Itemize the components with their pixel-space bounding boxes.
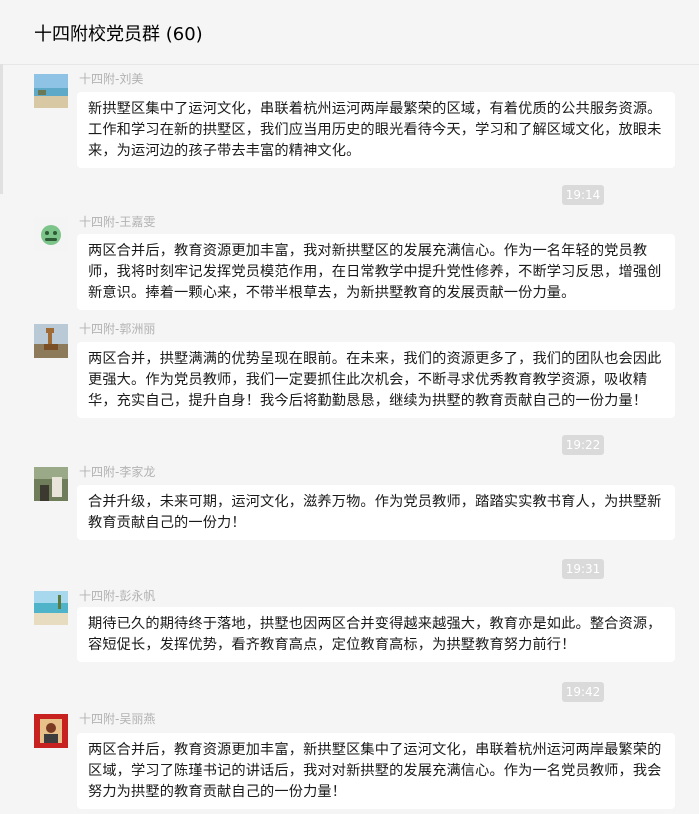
avatar-portrait-icon — [34, 714, 68, 748]
avatar-cartoon-icon — [34, 217, 68, 251]
avatar-beach-icon — [34, 591, 68, 625]
avatar[interactable] — [34, 324, 68, 358]
avatar-photo-icon — [34, 467, 68, 501]
message-bubble[interactable]: 合并升级，未来可期，运河文化，滋养万物。作为党员教师，踏踏实实教书育人，为拱墅新… — [77, 485, 675, 540]
avatar[interactable] — [34, 714, 68, 748]
sender-name: 十四附-彭永帆 — [79, 589, 156, 603]
message-bubble[interactable]: 两区合并后，教育资源更加丰富，新拱墅区集中了运河文化，串联着杭州运河两岸最繁荣的… — [77, 733, 675, 809]
avatar-giraffe-icon — [34, 324, 68, 358]
avatar-beach-icon — [34, 74, 68, 108]
timestamp: 19:31 — [562, 559, 604, 579]
timestamp: 19:42 — [562, 682, 604, 702]
message-bubble[interactable]: 两区合并后，教育资源更加丰富，我对新拱墅区的发展充满信心。作为一名年轻的党员教师… — [77, 234, 675, 310]
timestamp: 19:14 — [562, 185, 604, 205]
chat-title: 十四附校党员群 (60) — [34, 24, 203, 45]
message-bubble[interactable]: 新拱墅区集中了运河文化，串联着杭州运河两岸最繁荣的区域，有着优质的公共服务资源。… — [77, 92, 675, 168]
timestamp: 19:22 — [562, 435, 604, 455]
sender-name: 十四附-李家龙 — [79, 465, 156, 479]
message-bubble[interactable]: 期待已久的期待终于落地，拱墅也因两区合并变得越来越强大，教育亦是如此。整合资源，… — [77, 607, 675, 662]
message-bubble[interactable]: 两区合并，拱墅满满的优势呈现在眼前。在未来，我们的资源更多了，我们的团队也会因此… — [77, 342, 675, 418]
sender-name: 十四附-刘美 — [79, 72, 144, 86]
avatar[interactable] — [34, 217, 68, 251]
chat-header: 十四附校党员群 (60) — [0, 0, 699, 65]
sender-name: 十四附-吴丽燕 — [79, 712, 156, 726]
avatar[interactable] — [34, 591, 68, 625]
sender-name: 十四附-王嘉雯 — [79, 215, 156, 229]
sender-name: 十四附-郭洲丽 — [79, 322, 156, 336]
avatar[interactable] — [34, 467, 68, 501]
avatar[interactable] — [34, 74, 68, 108]
scrollbar[interactable] — [0, 64, 3, 194]
